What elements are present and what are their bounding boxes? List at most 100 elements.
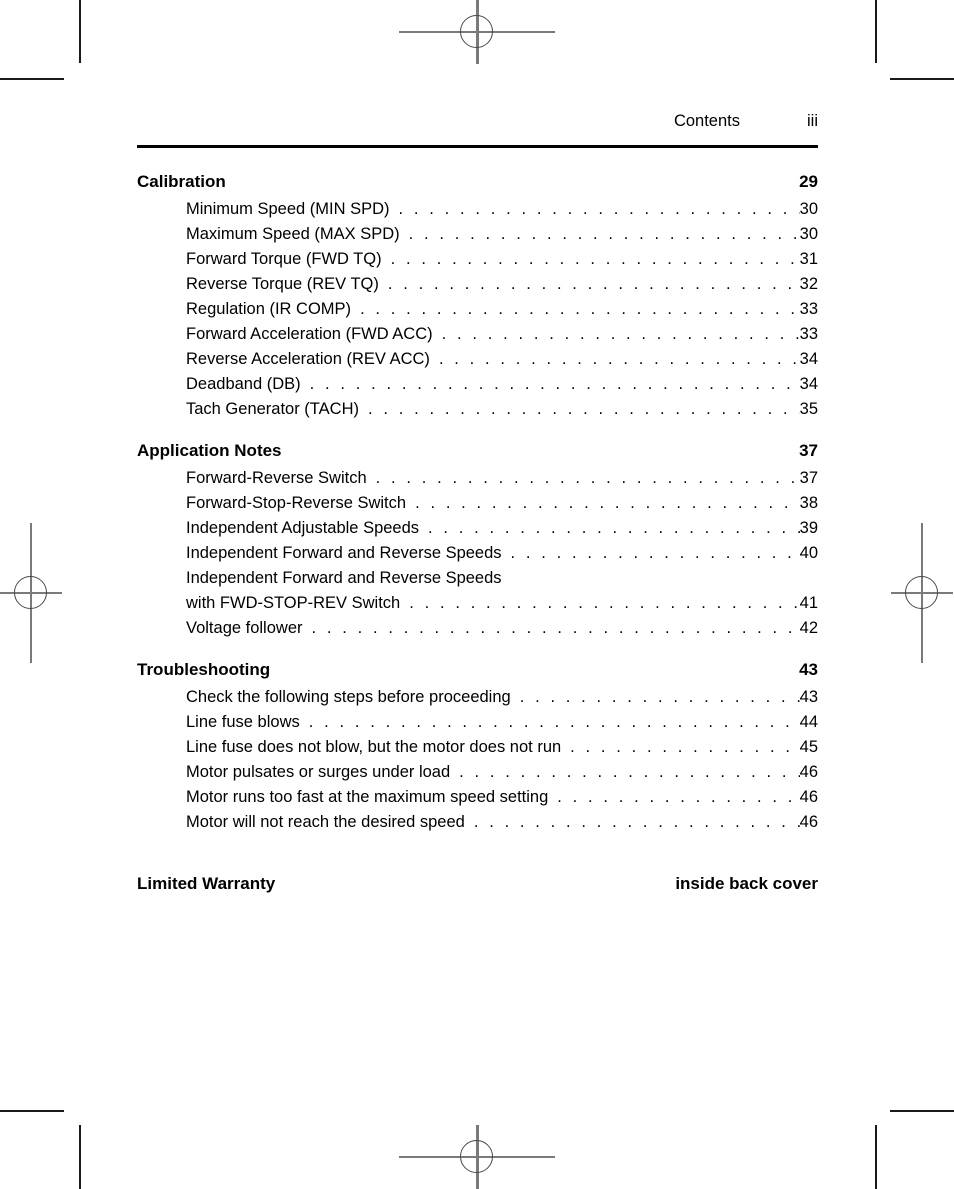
toc-entry-page-number: 46 [799, 788, 818, 806]
toc-entry-label: Forward Torque (FWD TQ) [186, 250, 382, 268]
warranty-title: Limited Warranty [137, 874, 276, 893]
toc-entry-dot-leader [474, 810, 800, 835]
toc-entry-label: Minimum Speed (MIN SPD) [186, 200, 390, 218]
toc-section: Calibration29 Minimum Speed (MIN SPD) 30 Ma… [137, 167, 818, 422]
toc-entry-page-number: 34 [799, 350, 818, 368]
toc-entry-page-number: 42 [799, 619, 818, 637]
toc-entry-page-number: 33 [799, 325, 818, 343]
toc-entry[interactable]: Independent Forward and Reverse Speeds 40 [186, 541, 818, 566]
toc-entry-dot-leader [376, 466, 800, 491]
toc-entry[interactable]: Motor runs too fast at the maximum speed… [186, 785, 818, 810]
toc-entry-dot-leader [459, 760, 799, 785]
toc-entry-list: Check the following steps before proceed… [186, 685, 818, 835]
toc-entry-dot-leader [388, 272, 800, 297]
toc-entry[interactable]: Tach Generator (TACH) 35 [186, 397, 818, 422]
toc-entry-label: Line fuse blows [186, 713, 300, 731]
toc-section-title: Troubleshooting [137, 660, 271, 679]
toc-entry[interactable]: Independent Forward and Reverse Speeds [186, 566, 818, 591]
toc-entry[interactable]: Line fuse does not blow, but the motor d… [186, 735, 818, 760]
toc-entry-label: Motor pulsates or surges under load [186, 763, 451, 781]
toc-entry-dot-leader [409, 591, 799, 616]
crop-mark-bottom-right-horizontal [890, 1110, 954, 1112]
crop-mark-top-left-horizontal [0, 78, 64, 80]
registration-mark-bottom-ring [460, 1140, 493, 1173]
toc-entry[interactable]: with FWD-STOP-REV Switch 41 [186, 591, 818, 616]
crop-mark-top-right-vertical [875, 0, 877, 63]
toc-entry[interactable]: Forward Acceleration (FWD ACC) 33 [186, 322, 818, 347]
toc-entry-label: Motor will not reach the desired speed [186, 813, 465, 831]
warranty-row: Limited Warranty inside back cover [137, 869, 818, 899]
crop-mark-bottom-left-vertical [79, 1125, 81, 1189]
crop-mark-bottom-left-horizontal [0, 1110, 64, 1112]
toc-entry-page-number: 30 [799, 200, 818, 218]
toc-entry-dot-leader [520, 685, 800, 710]
page-content: Contents iii Calibration 29 Minimum Speed … [137, 104, 818, 899]
crop-mark-top-right-horizontal [890, 78, 954, 80]
toc-entry-page-number: 45 [799, 738, 818, 756]
toc-entry-label: Forward Acceleration (FWD ACC) [186, 325, 433, 343]
toc-entry-label: Voltage follower [186, 619, 303, 637]
toc-entry-label: Independent Adjustable Speeds [186, 519, 420, 537]
toc-entry-dot-leader [312, 616, 800, 641]
toc-section-heading[interactable]: Calibration 29 [137, 167, 818, 197]
registration-mark-top-ring [460, 15, 493, 48]
toc-entry-label: Reverse Acceleration (REV ACC) [186, 350, 430, 368]
running-head: Contents iii [137, 104, 818, 138]
toc-entry[interactable]: Reverse Torque (REV TQ) 32 [186, 272, 818, 297]
toc-entry-label: Check the following steps before proceed… [186, 688, 511, 706]
toc-entry-page-number: 31 [799, 250, 818, 268]
toc-entry-dot-leader [368, 397, 800, 422]
toc-entry[interactable]: Forward-Stop-Reverse Switch 38 [186, 491, 818, 516]
toc-entry-label: Independent Forward and Reverse Speeds [186, 569, 502, 587]
toc-entry-page-number: 46 [799, 763, 818, 781]
toc-entry-dot-leader [439, 347, 800, 372]
toc-entry-label: Regulation (IR COMP) [186, 300, 352, 318]
toc-entry[interactable]: Deadband (DB) 34 [186, 372, 818, 397]
toc-entry[interactable]: Maximum Speed (MAX SPD) 30 [186, 222, 818, 247]
toc-entry[interactable]: Minimum Speed (MIN SPD) 30 [186, 197, 818, 222]
running-head-title: Contents [673, 112, 740, 130]
toc-entry-dot-leader [442, 322, 800, 347]
toc-entry-label: Maximum Speed (MAX SPD) [186, 225, 400, 243]
toc-section: Troubleshooting 43 Check the following ste… [137, 655, 818, 835]
toc-section-heading[interactable]: Application Notes 37 [137, 436, 818, 466]
toc-section-title: Calibration [137, 172, 226, 191]
toc-entry-page-number: 43 [799, 688, 818, 706]
toc-entry-dot-leader [409, 222, 800, 247]
toc-entry-list: Forward-Reverse Switch 37 Forward-Stop-Rev… [186, 466, 818, 641]
toc-entry-dot-leader [557, 785, 799, 810]
toc-entry[interactable]: Voltage follower 42 [186, 616, 818, 641]
table-of-contents: Calibration29 Minimum Speed (MIN SPD) 30 Ma… [137, 167, 818, 835]
toc-entry-page-number: 35 [799, 400, 818, 418]
toc-entry-page-number: 33 [799, 300, 818, 318]
toc-entry-dot-leader [511, 541, 800, 566]
toc-entry-label: Line fuse does not blow, but the motor d… [186, 738, 562, 756]
toc-entry-label: Motor runs too fast at the maximum speed… [186, 788, 549, 806]
toc-entry-dot-leader [570, 735, 799, 760]
toc-entry[interactable]: Motor will not reach the desired speed 46 [186, 810, 818, 835]
toc-entry[interactable]: Check the following steps before proceed… [186, 685, 818, 710]
toc-entry[interactable]: Forward Torque (FWD TQ) 31 [186, 247, 818, 272]
toc-entry-page-number: 41 [799, 594, 818, 612]
toc-entry[interactable]: Forward-Reverse Switch 37 [186, 466, 818, 491]
toc-section: Application Notes 37 Forward-Reverse Switc… [137, 436, 818, 641]
toc-section-heading[interactable]: Troubleshooting 43 [137, 655, 818, 685]
toc-entry[interactable]: Reverse Acceleration (REV ACC) 34 [186, 347, 818, 372]
toc-entry-label: with FWD-STOP-REV Switch [186, 594, 401, 612]
toc-entry[interactable]: Regulation (IR COMP) 33 [186, 297, 818, 322]
toc-entry-page-number: 37 [799, 469, 818, 487]
toc-entry-list: Minimum Speed (MIN SPD) 30 Maximum Speed (… [186, 197, 818, 422]
toc-entry-page-number: 46 [799, 813, 818, 831]
warranty-location: inside back cover [675, 874, 818, 893]
toc-entry[interactable]: Independent Adjustable Speeds 39 [186, 516, 818, 541]
toc-entry-label: Forward-Reverse Switch [186, 469, 367, 487]
toc-entry[interactable]: Line fuse blows 44 [186, 710, 818, 735]
toc-entry-dot-leader [399, 197, 800, 222]
toc-entry-dot-leader [415, 491, 800, 516]
crop-mark-bottom-right-vertical [875, 1125, 877, 1189]
toc-entry-dot-leader [391, 247, 800, 272]
toc-entry-page-number: 39 [799, 519, 818, 537]
toc-entry-dot-leader [310, 372, 800, 397]
toc-entry[interactable]: Motor pulsates or surges under load 46 [186, 760, 818, 785]
toc-entry-page-number: 32 [799, 275, 818, 293]
